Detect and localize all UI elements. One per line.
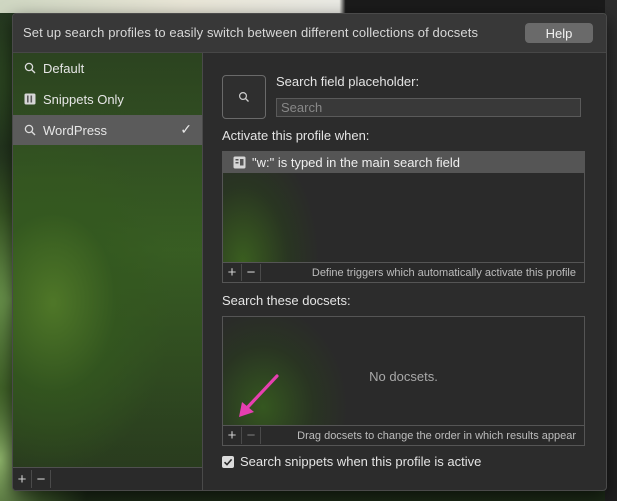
sidebar-footer: + − — [13, 467, 202, 490]
profile-item-wordpress[interactable]: WordPress ✓ — [13, 115, 202, 145]
remove-trigger-button[interactable]: − — [242, 264, 261, 281]
profile-item-snippets-only[interactable]: Snippets Only — [13, 84, 202, 114]
remove-docset-button[interactable]: − — [242, 427, 261, 444]
activate-label: Activate this profile when: — [222, 128, 370, 143]
snippets-option[interactable]: Search snippets when this profile is act… — [222, 454, 481, 469]
profile-label: WordPress — [43, 122, 108, 138]
profile-icon-well[interactable] — [222, 75, 266, 119]
profile-label: Default — [43, 60, 85, 76]
header-description: Set up search profiles to easily switch … — [23, 25, 479, 40]
help-button[interactable]: Help — [525, 23, 593, 43]
search-icon — [23, 61, 37, 75]
add-docset-button[interactable]: + — [223, 427, 242, 444]
add-trigger-button[interactable]: + — [223, 264, 242, 281]
remove-profile-button[interactable]: − — [32, 470, 51, 488]
snippets-checkbox[interactable] — [222, 455, 234, 468]
triggers-list: "w:" is typed in the main search field +… — [222, 151, 585, 283]
checkmark-icon — [223, 458, 233, 466]
profile-label: Snippets Only — [43, 91, 124, 107]
search-icon — [23, 123, 37, 137]
annotation-arrow-icon — [239, 374, 279, 417]
snippets-option-label: Search snippets when this profile is act… — [240, 454, 482, 469]
placeholder-input[interactable] — [276, 98, 581, 117]
snippet-icon — [23, 92, 37, 106]
triggers-hint: Define triggers which automatically acti… — [311, 266, 576, 279]
docsets-label: Search these docsets: — [222, 293, 351, 308]
profile-item-default[interactable]: Default — [13, 53, 202, 83]
placeholder-label: Search field placeholder: — [276, 74, 420, 89]
triggers-footer: + − Define triggers which automatically … — [223, 262, 584, 282]
search-icon — [238, 91, 249, 102]
add-profile-button[interactable]: + — [13, 470, 32, 488]
desktop-top-strip — [0, 0, 617, 13]
search-profiles-popover: Set up search profiles to easily switch … — [12, 13, 607, 491]
trigger-row[interactable]: "w:" is typed in the main search field — [223, 152, 584, 173]
keyboard-icon — [232, 156, 246, 170]
profiles-sidebar: Default Snippets Only WordPress ✓ + − — [13, 53, 203, 490]
docsets-footer: + − Drag docsets to change the order in … — [223, 425, 584, 445]
trigger-text: "w:" is typed in the main search field — [252, 155, 460, 170]
docsets-hint: Drag docsets to change the order in whic… — [297, 429, 576, 442]
checkmark-icon: ✓ — [180, 121, 192, 137]
popover-header: Set up search profiles to easily switch … — [13, 14, 606, 53]
